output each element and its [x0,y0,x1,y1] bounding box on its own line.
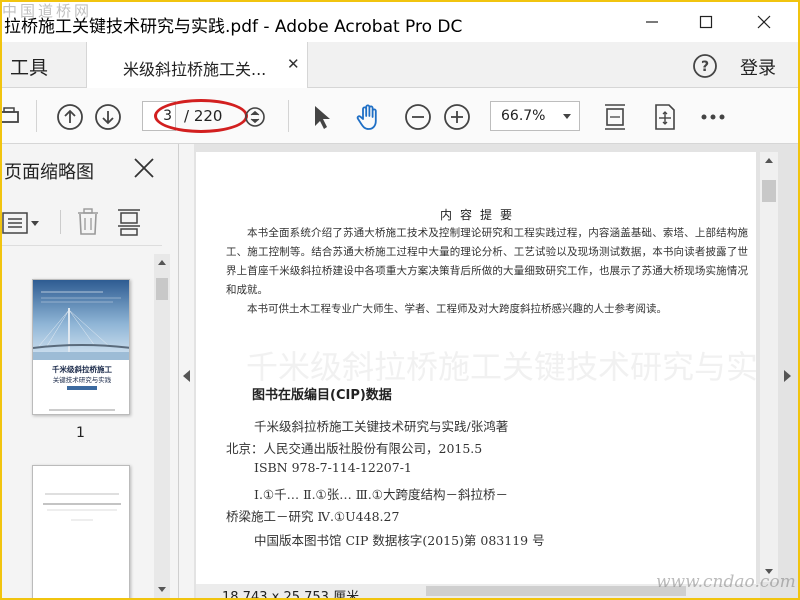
close-window-button[interactable] [746,6,782,38]
summary-paragraph-2: 本书可供土木工程专业广大师生、学者、工程师及对大跨度斜拉桥感兴趣的人士参考阅读。 [247,303,667,315]
toolbar: / 220 66.7% [2,88,798,144]
close-icon [757,15,771,29]
panel-close-button[interactable] [132,156,158,182]
toolbar-separator [288,100,289,132]
cip-line-1: 千米级斜拉桥施工关键技术研究与实践/张鸿著 [254,419,509,434]
tab-document[interactable]: 米级斜拉桥施工关... ✕ [86,42,308,88]
document-vertical-scrollbar[interactable] [760,152,778,582]
zoom-in-button[interactable] [442,102,472,132]
minus-circle-icon [405,104,431,130]
more-tools-button[interactable] [698,102,728,132]
tab-tools[interactable]: 工具 [10,53,48,80]
cursor-arrow-icon [315,106,330,129]
page-thumbnail-label-1: 1 [76,425,85,441]
cip-line-2: 北京：人民交通出版社股份有限公司，2015.5 [226,441,483,456]
cip-line-3: ISBN 978-7-114-12207-1 [254,460,412,475]
panel-title: 页面缩略图 [4,162,94,183]
thumbnail-list: 千米级斜拉桥施工 关键技术研究与实践 1 [2,254,152,598]
cip-heading: 图书在版编目(CIP)数据 [252,388,392,403]
page-thumbnail-2[interactable] [32,465,130,598]
scroll-up-icon[interactable] [760,152,778,168]
tab-close-icon[interactable]: ✕ [287,55,300,73]
book-cover-image: 千米级斜拉桥施工 关键技术研究与实践 [33,280,129,414]
expand-panel-icon[interactable] [784,370,791,382]
summary-body: 本书全面系统介绍了苏通大桥施工技术及控制理论研究和工程实践过程，内容涵盖基础、索… [226,224,748,319]
page-thumbnail-1[interactable]: 千米级斜拉桥施工 关键技术研究与实践 [32,279,130,415]
arrow-down-icon [95,104,121,130]
maximize-button[interactable] [688,6,724,38]
fit-page-button[interactable] [600,102,630,132]
close-icon [134,158,154,178]
login-button[interactable]: 登录 [740,54,776,80]
horizontal-scroll-thumb[interactable] [426,586,686,596]
annotation-ellipse [154,99,248,133]
panel-separator [60,210,61,234]
fit-page-icon [605,104,625,130]
panel-toolbar [2,198,162,246]
bleed-through-text: 千米级斜拉桥施工关键技术研究与实践 [246,348,756,386]
trash-icon[interactable] [76,208,100,236]
pdf-page: 内容提要 本书全面系统介绍了苏通大桥施工技术及控制理论研究和工程实践过程，内容涵… [196,152,756,598]
more-icon [701,114,725,120]
minimize-icon [646,21,658,23]
tab-bar: 工具 米级斜拉桥施工关... ✕ ? 登录 [2,42,798,88]
thumbnail-panel: 页面缩略图 千米级斜拉桥施工 关键技术研究与实践 1 [2,144,179,598]
arrow-up-icon [57,104,83,130]
thumbnail-scroll-thumb[interactable] [156,278,168,300]
stepper-icon [245,107,265,127]
scroll-down-icon[interactable] [154,582,170,598]
hand-icon [356,104,377,130]
plus-circle-icon [444,104,470,130]
summary-title: 内容提要 [440,208,521,222]
tab-document-label: 米级斜拉桥施工关... [123,60,267,79]
watermark-bottom: www.cndao.com [656,572,796,592]
svg-text:?: ? [701,59,709,75]
minimize-button[interactable] [634,6,670,38]
hand-tool-button[interactable] [354,102,384,132]
scroll-mode-button[interactable] [650,102,680,132]
select-tool-button[interactable] [306,102,336,132]
page-2-preview [43,493,121,521]
extract-page-icon[interactable] [116,208,142,236]
thumb-cover-title-1: 千米级斜拉桥施工 [52,364,112,374]
cip-line-4: Ⅰ.①千… Ⅱ.①张… Ⅲ.①大跨度结构－斜拉桥－ [254,487,508,502]
scroll-up-icon[interactable] [154,254,170,270]
chevron-down-icon [563,114,571,119]
document-viewport: 内容提要 本书全面系统介绍了苏通大桥施工技术及控制理论研究和工程实践过程，内容涵… [194,144,798,598]
collapse-panel-icon[interactable] [183,370,190,382]
thumb-cover-title-2: 关键技术研究与实践 [53,375,112,384]
zoom-value: 66.7% [501,108,546,124]
help-icon: ? [693,54,717,78]
maximize-icon [699,15,713,29]
next-page-button[interactable] [93,102,123,132]
page-size-readout: 18.743 x 25.753 厘米 [222,590,360,598]
watermark-top: 中国道桥网 [2,2,93,20]
page-spinner[interactable] [240,102,270,132]
zoom-out-button[interactable] [403,102,433,132]
toolbar-separator [36,100,37,132]
acrobat-window: 拉桥施工关键技术研究与实践.pdf - Adobe Acrobat Pro DC… [2,2,798,598]
document-scroll-thumb[interactable] [762,180,776,202]
summary-paragraph-1: 本书全面系统介绍了苏通大桥施工技术及控制理论研究和工程实践过程，内容涵盖基础、索… [226,227,748,296]
print-icon[interactable] [2,102,24,132]
cip-line-5: 桥梁施工－研究 Ⅳ.①U448.27 [226,509,400,524]
previous-page-button[interactable] [55,102,85,132]
thumbnail-scrollbar[interactable] [154,254,170,598]
move-page-icon [655,104,675,130]
title-bar: 拉桥施工关键技术研究与实践.pdf - Adobe Acrobat Pro DC… [2,2,798,42]
cip-line-6: 中国版本图书馆 CIP 数据核字(2015)第 083119 号 [254,533,545,548]
options-menu-icon[interactable] [2,210,42,236]
zoom-select[interactable]: 66.7% [490,101,580,131]
help-button[interactable]: ? [692,53,718,79]
